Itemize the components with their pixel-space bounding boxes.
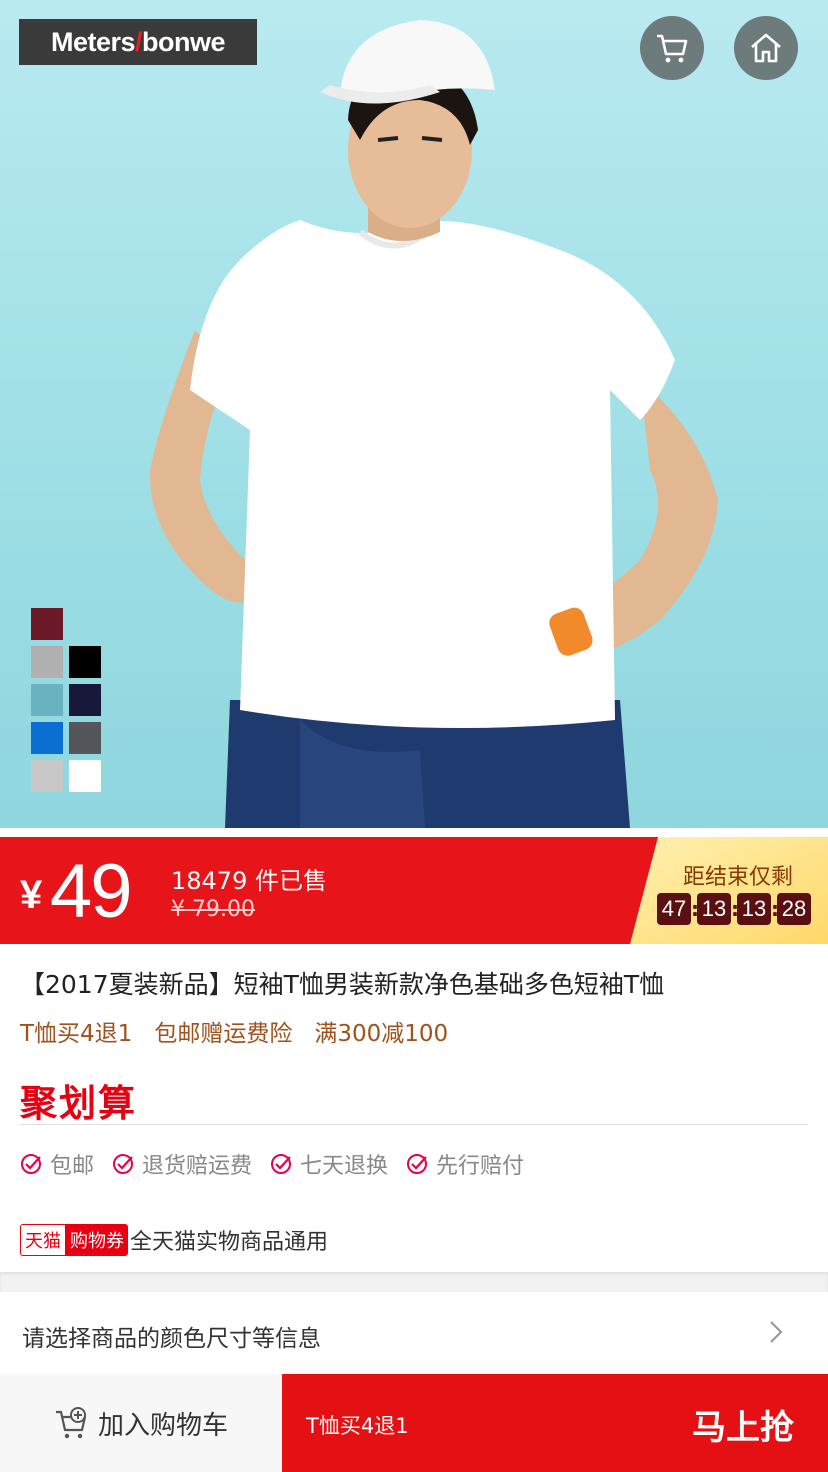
countdown-hours: 47	[657, 893, 691, 925]
juhuasuan-logo: 聚划算	[20, 1081, 137, 1125]
guarantee-item: 退货赔运费	[112, 1148, 252, 1180]
home-icon	[751, 33, 781, 63]
countdown-timer: 47 : 13 : 13 : 28	[657, 893, 811, 925]
promo-item: T恤买4退1	[20, 1021, 133, 1047]
cart-icon	[657, 34, 688, 63]
buy-now-label: 马上抢	[692, 1408, 794, 1448]
color-swatches	[0, 0, 828, 828]
service-guarantees: 包邮 退货赔运费 七天退换 先行赔付	[20, 1148, 524, 1180]
color-swatch	[69, 684, 101, 716]
promo-list: T恤买4退1 包邮赠运费险 满300减100	[20, 1014, 448, 1048]
buy-promo-text: T恤买4退1	[306, 1414, 409, 1438]
promo-item: 包邮赠运费险	[154, 1021, 293, 1047]
check-circle-icon	[271, 1154, 292, 1174]
guarantee-item: 先行赔付	[406, 1148, 524, 1180]
guarantee-label: 退货赔运费	[142, 1154, 253, 1179]
color-swatch	[31, 646, 63, 678]
cart-button[interactable]	[640, 16, 704, 80]
guarantee-label: 先行赔付	[436, 1154, 525, 1179]
color-swatch	[31, 722, 63, 754]
coupon-row[interactable]: 天猫 购物券 全天猫实物商品通用	[20, 1224, 328, 1256]
countdown-seconds: 13	[737, 893, 771, 925]
countdown-ms: 28	[777, 893, 811, 925]
cart-add-icon	[55, 1407, 87, 1439]
color-swatch	[31, 760, 63, 792]
sku-selector-text: 请选择商品的颜色尺寸等信息	[22, 1326, 321, 1352]
color-swatch	[31, 608, 63, 640]
guarantee-item: 七天退换	[270, 1148, 388, 1180]
check-circle-icon	[21, 1154, 41, 1174]
coupon-text: 全天猫实物商品通用	[130, 1230, 329, 1255]
logo-text-left: Meters	[50, 26, 136, 57]
product-image[interactable]: Meters / bonwe	[0, 0, 828, 828]
sold-count: 18479 件已售	[171, 867, 327, 895]
check-circle-icon	[113, 1154, 134, 1174]
promo-item: 满300减100	[314, 1021, 449, 1047]
color-swatch	[69, 646, 101, 678]
original-price: ¥ 79.00	[171, 897, 255, 922]
color-swatch	[69, 760, 101, 792]
countdown-label: 距结束仅剩	[682, 865, 793, 890]
guarantee-item: 包邮	[20, 1148, 94, 1180]
chevron-right-icon	[770, 1321, 783, 1343]
check-circle-icon	[407, 1154, 428, 1174]
section-separator	[0, 1272, 828, 1292]
countdown-minutes: 13	[697, 893, 731, 925]
brand-logo: Meters / bonwe	[19, 19, 257, 65]
guarantee-label: 七天退换	[300, 1154, 389, 1179]
divider	[20, 1124, 808, 1125]
price-currency: ¥	[20, 873, 43, 917]
add-to-cart-label: 加入购物车	[97, 1410, 228, 1441]
current-price: 49	[50, 849, 133, 934]
logo-text-right: bonwe	[142, 26, 226, 57]
product-title: 【2017夏装新品】短袖T恤男装新款净色基础多色短袖T恤	[20, 970, 665, 999]
add-to-cart-button[interactable]: 加入购物车	[0, 1374, 282, 1472]
guarantee-label: 包邮	[50, 1154, 95, 1179]
coupon-tag: 购物券	[66, 1224, 128, 1256]
color-swatch	[69, 722, 101, 754]
logo-slash: /	[135, 26, 143, 57]
tmall-tag: 天猫	[20, 1224, 66, 1256]
home-button[interactable]	[734, 16, 798, 80]
color-swatch	[31, 684, 63, 716]
